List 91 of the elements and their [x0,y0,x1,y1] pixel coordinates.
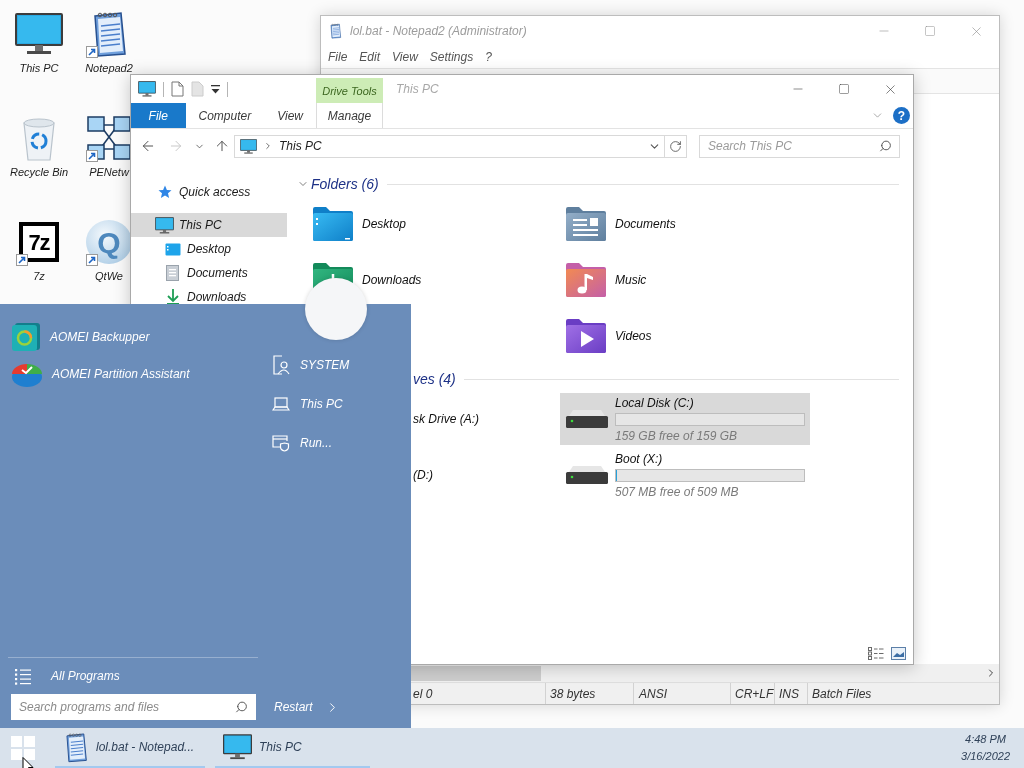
status-text: el 0 [413,686,433,701]
breadcrumb[interactable]: This PC [279,139,322,153]
status-text: CR+LF [735,686,774,701]
status-text: INS [779,686,799,701]
document-folder-icon [565,206,607,242]
help-button[interactable]: ? [893,107,910,124]
bubble-logo: Q [86,220,132,264]
nav-item[interactable]: Desktop [131,237,287,261]
clock-time: 4:48 PM [965,732,1006,747]
desktop-shortcut[interactable]: 7z 7z [15,218,63,283]
hard-drive-icon [565,409,609,429]
status-text: 38 bytes [550,686,596,701]
ribbon-tab[interactable]: File [131,103,186,128]
window-title: lol.bat - Notepad2 (Administrator) [350,24,527,38]
user-icon [272,354,290,375]
monitor-icon [223,734,252,760]
window-shield-icon [272,433,290,452]
maximize-icon [838,83,850,95]
menu-item[interactable]: File [322,50,354,64]
notepad-icon [63,731,89,763]
nav-item[interactable]: Quick access [131,180,287,204]
window-title: This PC [396,82,439,96]
desktop-shortcut[interactable]: PENetw [85,114,133,179]
music-folder-icon [565,262,607,298]
four-squares-icon [11,736,35,760]
scrollbar-thumb[interactable] [411,665,541,681]
folder-item[interactable]: Desktop [307,196,413,252]
desktop-shortcut[interactable]: This PC [15,10,63,75]
drive-free-space: 507 MB free of 509 MB [615,484,740,499]
address-bar[interactable]: This PC [234,134,665,158]
contextual-tab-header: Drive Tools [316,78,383,103]
details-view-icon[interactable] [868,647,884,660]
document-icon [166,265,179,281]
search-icon [879,139,892,153]
monitor-icon [155,216,174,234]
star-icon [157,185,172,199]
list-icon [14,667,32,685]
drive-free-space: 159 GB free of 159 GB [615,428,739,443]
desktop-shortcut[interactable]: Q QtWe [85,218,133,283]
network-diagram-icon [86,115,132,161]
taskbar-item[interactable]: This PC [215,728,370,768]
drive-name: Boot (X:) [615,451,664,466]
archive-logo: 7z [19,222,59,262]
clock-date: 3/16/2022 [961,749,1010,764]
hard-drive-icon [565,465,609,485]
menu-item[interactable]: View [386,50,424,64]
monitor-icon [240,138,257,154]
search-field[interactable]: Search This PC [699,134,900,158]
status-text: ANSI [639,686,667,701]
drive-item[interactable]: Local Disk (C:) 159 GB free of 159 GB [560,393,810,445]
taskbar-item[interactable]: lol.bat - Notepad... [55,728,205,768]
folder-item[interactable]: Videos [560,308,658,364]
notepad-icon [329,23,342,39]
maximize-icon [924,25,936,37]
status-text: Batch Files [812,686,872,701]
laptop-icon [272,396,290,411]
search-field[interactable]: Search programs and files [11,694,256,720]
folder-item[interactable]: Music [560,252,653,308]
folder-icon [164,242,181,256]
drive-name: Local Disk (C:) [615,395,695,410]
ribbon-tab[interactable]: Manage [316,103,383,128]
nav-item[interactable]: Documents [131,261,287,285]
large-icons-view-icon[interactable] [891,647,906,660]
nav-item[interactable]: This PC [131,213,287,237]
desktop-shortcut[interactable]: Recycle Bin [9,114,69,179]
desktop-shortcut[interactable]: Notepad2 [85,10,133,75]
menu-item[interactable]: Settings [423,50,480,64]
page-icon[interactable] [191,81,204,97]
folder-item[interactable]: Documents [560,196,682,252]
download-arrow-icon [165,289,180,305]
video-folder-icon [565,318,607,354]
group-title: Folders (6) [311,176,379,192]
drive-item[interactable]: Boot (X:) 507 MB free of 509 MB [560,449,810,501]
menu-item[interactable]: Edit [353,50,387,64]
nav-item[interactable]: Downloads [131,285,287,309]
mouse-pointer-icon [22,757,34,768]
refresh-button[interactable] [665,134,687,158]
group-title: ves (4) [413,371,456,387]
backup-app-icon [11,321,41,352]
monitor-icon [15,13,63,55]
folder-icon [312,206,354,242]
dropdown-icon[interactable] [211,84,220,94]
drive-item[interactable]: sk Drive (A:) [413,393,479,445]
refresh-icon [669,139,682,153]
monitor-icon[interactable] [138,81,156,97]
search-icon [235,700,248,714]
drive-item[interactable]: (D:) [413,449,433,501]
arrow-right-icon [168,138,184,154]
menu-item[interactable]: ? [479,50,498,64]
chevron-right-icon [263,141,273,151]
page-icon[interactable] [171,81,184,97]
